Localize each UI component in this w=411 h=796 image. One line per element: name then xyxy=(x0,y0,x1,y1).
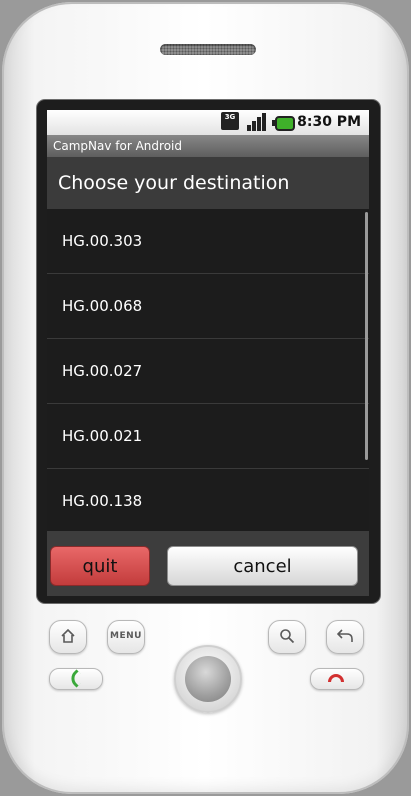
signal-icon xyxy=(247,112,269,131)
status-time: 8:30 PM xyxy=(297,114,361,130)
destination-list[interactable]: HG.00.303 HG.00.068 HG.00.027 HG.00.021 … xyxy=(47,209,369,531)
list-item[interactable]: HG.00.027 xyxy=(47,339,369,404)
end-call-icon xyxy=(328,674,344,682)
status-bar: 3G 8:30 PM xyxy=(47,110,369,135)
speaker-grille xyxy=(160,44,256,55)
cancel-button[interactable]: cancel xyxy=(167,546,358,586)
battery-icon xyxy=(272,116,295,131)
list-item[interactable]: HG.00.068 xyxy=(47,274,369,339)
search-button[interactable] xyxy=(268,620,306,654)
end-call-button[interactable] xyxy=(310,668,364,690)
app-title: CampNav for Android xyxy=(47,135,369,157)
quit-button[interactable]: quit xyxy=(50,546,150,586)
menu-button[interactable]: MENU xyxy=(107,620,145,654)
trackball[interactable] xyxy=(174,645,242,713)
trackball-center xyxy=(185,656,231,702)
3g-icon: 3G xyxy=(221,112,239,130)
call-icon xyxy=(67,669,86,688)
home-button[interactable] xyxy=(49,620,87,654)
home-icon xyxy=(61,628,75,643)
dialog-button-bar: quit cancel xyxy=(47,531,369,596)
call-button[interactable] xyxy=(49,668,103,690)
list-item[interactable]: HG.00.138 xyxy=(47,469,369,531)
back-icon xyxy=(336,629,353,642)
list-scrollbar[interactable] xyxy=(365,212,368,460)
screen: 3G 8:30 PM CampNav for Android Choose yo… xyxy=(47,110,369,596)
list-item[interactable]: HG.00.021 xyxy=(47,404,369,469)
dialog-title: Choose your destination xyxy=(47,157,369,209)
search-icon xyxy=(280,629,295,644)
back-button[interactable] xyxy=(326,620,364,654)
list-item[interactable]: HG.00.303 xyxy=(47,209,369,274)
